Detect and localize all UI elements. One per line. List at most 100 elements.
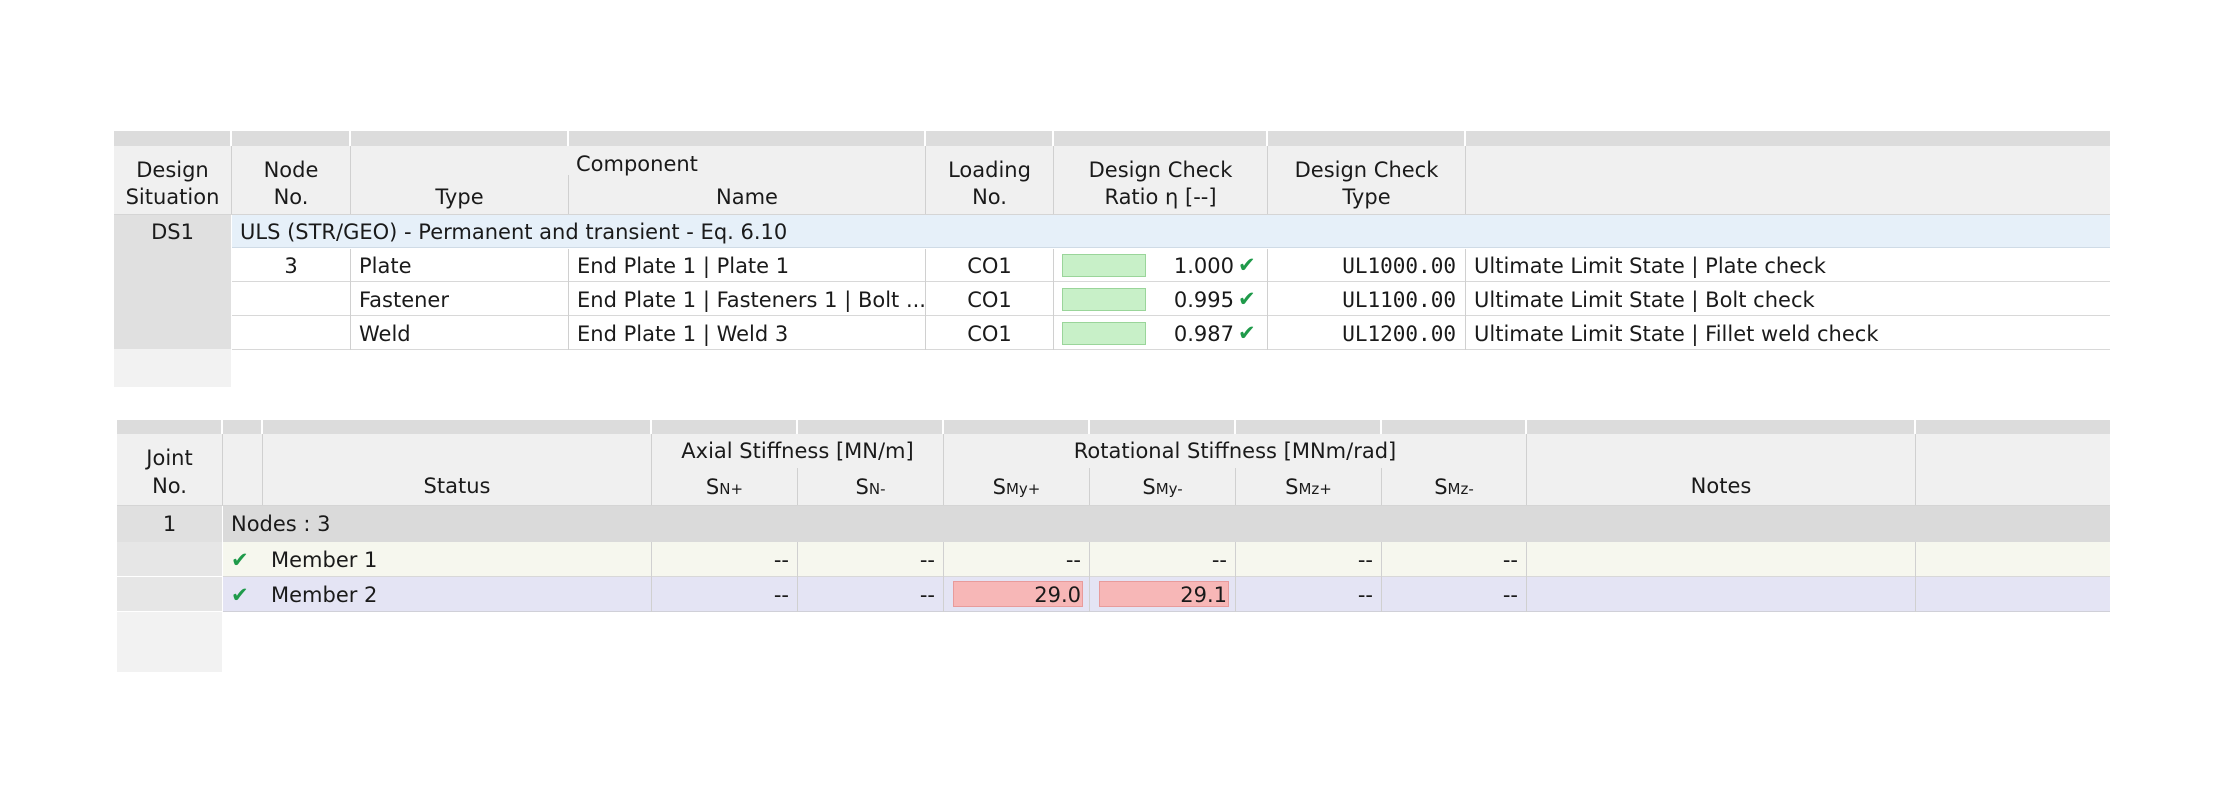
header-check-type-2: Type — [1342, 185, 1391, 209]
loading-number: CO1 — [967, 322, 1012, 346]
ratio-bar — [1062, 322, 1146, 345]
check-code: UL1200.00 — [1342, 322, 1456, 346]
empty-row-cell — [117, 612, 222, 672]
column-strip — [263, 420, 650, 434]
smy-minus-value: -- — [1211, 548, 1227, 572]
divider — [1465, 146, 1466, 214]
group-row-label: ULS (STR/GEO) - Permanent and transient … — [240, 220, 788, 244]
component-name: End Plate 1 | Plate 1 — [577, 254, 790, 278]
loading-number: CO1 — [967, 254, 1012, 278]
header-type: Type — [435, 185, 484, 209]
column-strip — [1382, 420, 1525, 434]
header-smz-plus: SMz+ — [1285, 475, 1332, 499]
column-strip — [223, 420, 261, 434]
header-notes: Notes — [1690, 474, 1752, 498]
divider — [1465, 249, 1466, 350]
header-name: Name — [716, 185, 778, 209]
ratio-bar — [1062, 288, 1146, 311]
sn-plus-value: -- — [773, 548, 789, 572]
divider — [350, 249, 351, 350]
divider — [1526, 542, 1527, 612]
component-type: Plate — [359, 254, 412, 278]
header-component: Component — [576, 152, 698, 176]
column-strip — [114, 131, 230, 146]
header-design-situation: Design — [136, 158, 209, 182]
smy-minus-value: 29.1 — [1180, 583, 1227, 607]
design-situation-id[interactable]: DS1 — [114, 222, 231, 243]
check-description: Ultimate Limit State | Bolt check — [1474, 288, 1815, 312]
header-ratio: Design Check — [1088, 158, 1233, 182]
header-node-2: No. — [273, 185, 309, 209]
header-joint-2: No. — [152, 474, 187, 498]
column-strip — [798, 420, 942, 434]
divider — [1915, 434, 1916, 505]
column-strip — [569, 131, 924, 146]
header-joint: Joint — [146, 446, 193, 470]
header-check-type: Design Check — [1294, 158, 1439, 182]
check-icon: ✔ — [1238, 253, 1256, 277]
header-smz-minus: SMz- — [1434, 475, 1474, 499]
smz-plus-value: -- — [1357, 583, 1373, 607]
member-status: Member 1 — [271, 548, 378, 572]
smy-plus-value: 29.0 — [1034, 583, 1081, 607]
divider — [1915, 542, 1916, 612]
check-code: UL1000.00 — [1342, 254, 1456, 278]
ratio-bar — [1062, 254, 1146, 277]
node-number: 3 — [284, 254, 298, 278]
header-axial-stiffness: Axial Stiffness [MN/m] — [681, 439, 914, 463]
divider — [568, 249, 569, 350]
ratio-value: 1.000 — [1173, 254, 1234, 278]
check-icon: ✔ — [1238, 321, 1256, 345]
column-strip — [652, 420, 796, 434]
ratio-value: 0.995 — [1173, 288, 1234, 312]
empty-row-cell — [117, 542, 222, 576]
column-strip — [351, 131, 567, 146]
column-strip — [232, 131, 349, 146]
check-description: Ultimate Limit State | Fillet weld check — [1474, 322, 1879, 346]
header-design-situation-2: Situation — [125, 185, 220, 209]
loading-number: CO1 — [967, 288, 1012, 312]
sn-minus-value: -- — [919, 583, 935, 607]
ratio-value: 0.987 — [1173, 322, 1234, 346]
column-strip — [1268, 131, 1464, 146]
joint-number: 1 — [162, 512, 177, 536]
component-name: End Plate 1 | Fasteners 1 | Bolt ... — [577, 288, 926, 312]
column-strip — [1090, 420, 1234, 434]
smy-plus-value: -- — [1065, 548, 1081, 572]
empty-row-cell — [114, 349, 231, 387]
component-type: Fastener — [359, 288, 449, 312]
check-icon: ✔ — [1238, 287, 1256, 311]
divider — [222, 434, 223, 505]
smz-minus-value: -- — [1502, 548, 1518, 572]
header-loading: Loading — [948, 158, 1031, 182]
header-rotational-stiffness: Rotational Stiffness [MNm/rad] — [1073, 439, 1397, 463]
header-smy-minus: SMy- — [1142, 475, 1183, 499]
column-strip — [1527, 420, 1914, 434]
header-sn-minus: SN- — [855, 475, 886, 499]
component-type: Weld — [359, 322, 411, 346]
header-loading-2: No. — [972, 185, 1007, 209]
header-status: Status — [423, 474, 491, 498]
header-sn-plus: SN+ — [705, 475, 744, 499]
smz-plus-value: -- — [1357, 548, 1373, 572]
check-icon: ✔ — [231, 583, 249, 607]
smz-minus-value: -- — [1502, 583, 1518, 607]
empty-row-cell — [117, 577, 222, 611]
column-strip — [944, 420, 1088, 434]
header-node: Node — [263, 158, 319, 182]
check-icon: ✔ — [231, 548, 249, 572]
header-ratio-2: Ratio η [--] — [1104, 185, 1217, 209]
column-strip — [1916, 420, 2110, 434]
member-status: Member 2 — [271, 583, 378, 607]
check-code: UL1100.00 — [1342, 288, 1456, 312]
column-strip — [926, 131, 1052, 146]
column-strip — [1054, 131, 1266, 146]
column-strip — [1236, 420, 1380, 434]
sn-minus-value: -- — [919, 548, 935, 572]
column-strip — [117, 420, 221, 434]
component-name: End Plate 1 | Weld 3 — [577, 322, 789, 346]
check-description: Ultimate Limit State | Plate check — [1474, 254, 1826, 278]
column-strip — [1466, 131, 2110, 146]
header-smy-plus: SMy+ — [992, 475, 1041, 499]
group-row[interactable] — [223, 506, 2110, 542]
